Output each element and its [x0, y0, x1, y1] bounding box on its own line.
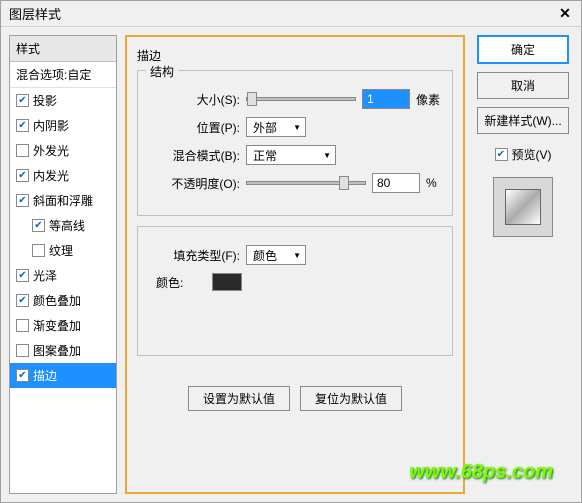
- size-unit: 像素: [416, 91, 440, 108]
- style-checkbox[interactable]: [16, 369, 29, 382]
- titlebar: 图层样式 ✕: [1, 1, 581, 27]
- style-checkbox[interactable]: [16, 119, 29, 132]
- style-checkbox[interactable]: [32, 244, 45, 257]
- opacity-row: 不透明度(O): %: [150, 173, 440, 193]
- style-item-3[interactable]: 内发光: [10, 163, 116, 188]
- opacity-unit: %: [426, 176, 437, 190]
- options-panel: 描边 结构 大小(S): 像素 位置(P): 外部 混合模式(B):: [125, 35, 465, 494]
- style-item-label: 内阴影: [33, 117, 69, 134]
- style-item-label: 光泽: [33, 267, 57, 284]
- style-checkbox[interactable]: [16, 194, 29, 207]
- position-dropdown[interactable]: 外部: [246, 117, 306, 137]
- structure-fieldset: 描边 结构 大小(S): 像素 位置(P): 外部 混合模式(B):: [137, 47, 453, 411]
- style-item-label: 渐变叠加: [33, 317, 81, 334]
- fill-group: 填充类型(F): 颜色 颜色:: [137, 226, 453, 356]
- filltype-row: 填充类型(F): 颜色: [150, 245, 440, 265]
- style-item-label: 描边: [33, 367, 57, 384]
- panel-title: 描边: [137, 47, 453, 64]
- opacity-slider[interactable]: [246, 181, 366, 185]
- style-item-10[interactable]: 图案叠加: [10, 338, 116, 363]
- set-default-button[interactable]: 设置为默认值: [188, 386, 290, 411]
- color-label: 颜色:: [156, 274, 206, 291]
- style-item-6[interactable]: 纹理: [10, 238, 116, 263]
- preview-label: 预览(V): [512, 146, 552, 163]
- style-item-0[interactable]: 投影: [10, 88, 116, 113]
- styles-header[interactable]: 样式: [10, 36, 116, 62]
- window-title: 图层样式: [9, 4, 61, 23]
- reset-default-button[interactable]: 复位为默认值: [300, 386, 402, 411]
- blendmode-label: 混合模式(B):: [150, 147, 240, 164]
- blendmode-row: 混合模式(B): 正常: [150, 145, 440, 165]
- filltype-label: 填充类型(F):: [150, 247, 240, 264]
- size-slider[interactable]: [246, 97, 356, 101]
- style-checkbox[interactable]: [32, 219, 45, 232]
- style-checkbox[interactable]: [16, 94, 29, 107]
- style-item-7[interactable]: 光泽: [10, 263, 116, 288]
- style-item-5[interactable]: 等高线: [10, 213, 116, 238]
- opacity-input[interactable]: [372, 173, 420, 193]
- opacity-label: 不透明度(O):: [150, 175, 240, 192]
- structure-legend: 结构: [146, 63, 178, 80]
- cancel-button[interactable]: 取消: [477, 72, 569, 99]
- layer-style-dialog: 图层样式 ✕ 样式 混合选项:自定 投影内阴影外发光内发光斜面和浮雕等高线纹理光…: [0, 0, 582, 503]
- style-item-8[interactable]: 颜色叠加: [10, 288, 116, 313]
- style-checkbox[interactable]: [16, 269, 29, 282]
- content: 样式 混合选项:自定 投影内阴影外发光内发光斜面和浮雕等高线纹理光泽颜色叠加渐变…: [1, 27, 581, 502]
- style-checkbox[interactable]: [16, 319, 29, 332]
- style-item-label: 内发光: [33, 167, 69, 184]
- preview-checkbox-row[interactable]: 预览(V): [495, 146, 552, 163]
- style-item-label: 外发光: [33, 142, 69, 159]
- size-label: 大小(S):: [150, 91, 240, 108]
- style-item-label: 等高线: [49, 217, 85, 234]
- position-label: 位置(P):: [150, 119, 240, 136]
- style-item-label: 纹理: [49, 242, 73, 259]
- preview-box: [493, 177, 553, 237]
- watermark: www.68ps.com: [409, 461, 553, 484]
- blend-options-row[interactable]: 混合选项:自定: [10, 62, 116, 88]
- size-row: 大小(S): 像素: [150, 89, 440, 109]
- right-panel: 确定 取消 新建样式(W)... 预览(V): [473, 35, 573, 494]
- default-buttons-row: 设置为默认值 复位为默认值: [137, 386, 453, 411]
- filltype-dropdown[interactable]: 颜色: [246, 245, 306, 265]
- style-checkbox[interactable]: [16, 169, 29, 182]
- preview-checkbox[interactable]: [495, 148, 508, 161]
- style-item-4[interactable]: 斜面和浮雕: [10, 188, 116, 213]
- position-row: 位置(P): 外部: [150, 117, 440, 137]
- style-item-11[interactable]: 描边: [10, 363, 116, 388]
- preview-thumbnail: [505, 189, 541, 225]
- styles-list-panel: 样式 混合选项:自定 投影内阴影外发光内发光斜面和浮雕等高线纹理光泽颜色叠加渐变…: [9, 35, 117, 494]
- style-checkbox[interactable]: [16, 344, 29, 357]
- style-item-9[interactable]: 渐变叠加: [10, 313, 116, 338]
- new-style-button[interactable]: 新建样式(W)...: [477, 107, 569, 134]
- style-item-label: 颜色叠加: [33, 292, 81, 309]
- style-item-label: 图案叠加: [33, 342, 81, 359]
- blendmode-dropdown[interactable]: 正常: [246, 145, 336, 165]
- style-item-label: 投影: [33, 92, 57, 109]
- color-swatch[interactable]: [212, 273, 242, 291]
- color-row: 颜色:: [150, 273, 440, 291]
- style-item-label: 斜面和浮雕: [33, 192, 93, 209]
- structure-group: 结构 大小(S): 像素 位置(P): 外部 混合模式(B): 正常: [137, 70, 453, 216]
- style-checkbox[interactable]: [16, 144, 29, 157]
- style-item-2[interactable]: 外发光: [10, 138, 116, 163]
- style-checkbox[interactable]: [16, 294, 29, 307]
- size-input[interactable]: [362, 89, 410, 109]
- style-item-1[interactable]: 内阴影: [10, 113, 116, 138]
- close-icon[interactable]: ✕: [555, 4, 575, 22]
- ok-button[interactable]: 确定: [477, 35, 569, 64]
